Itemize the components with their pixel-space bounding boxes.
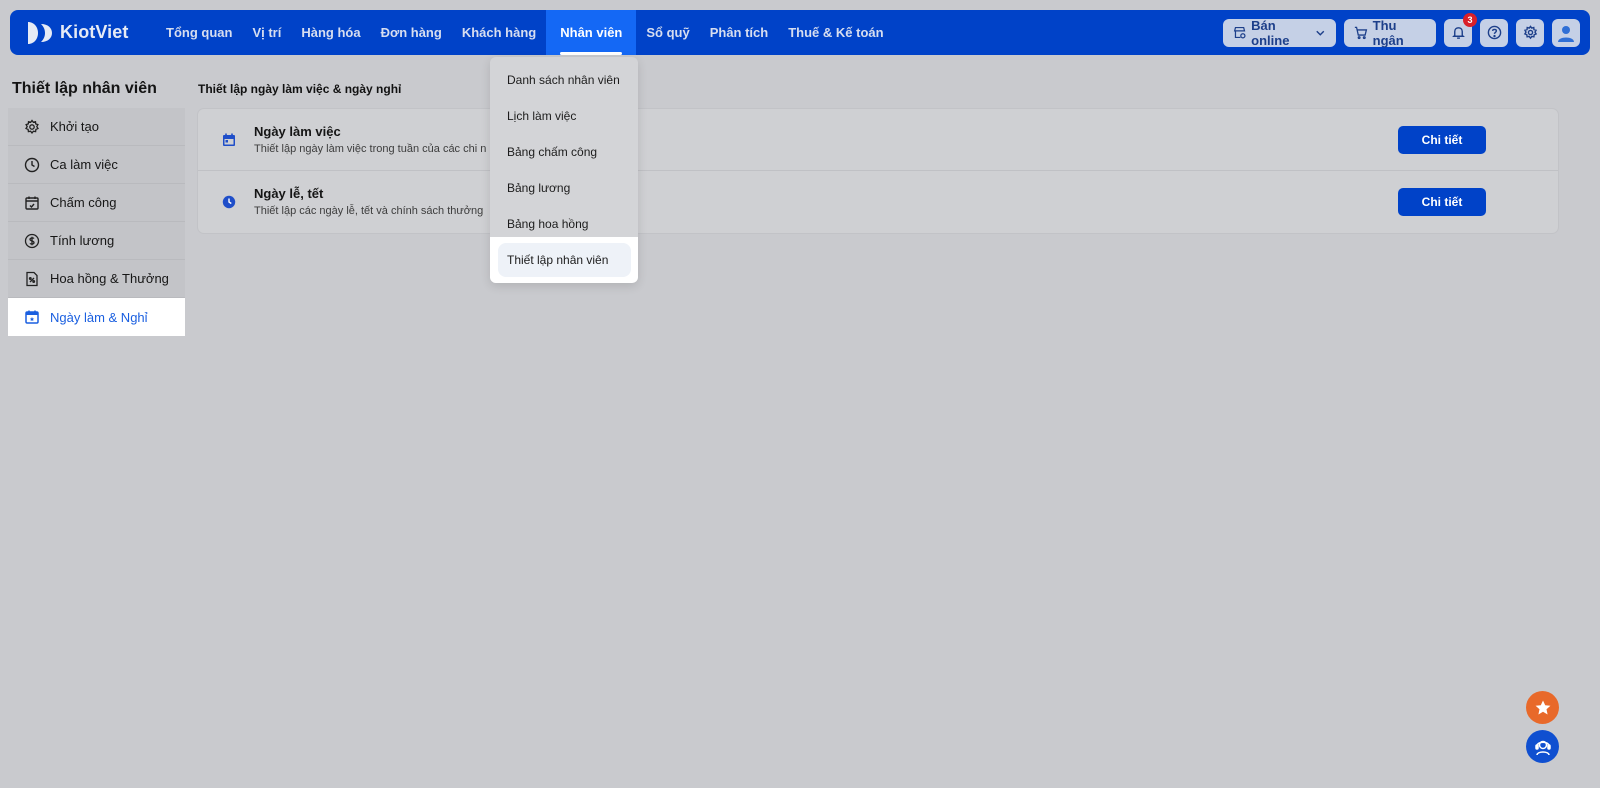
clock-icon xyxy=(222,195,236,208)
calendar-check-icon xyxy=(25,196,39,210)
sidebar-item-label: Tính lương xyxy=(50,233,115,248)
section-title: Thiết lập ngày làm việc & ngày nghỉ xyxy=(198,82,402,96)
setting-row-title: Ngày làm việc xyxy=(254,124,341,139)
user-avatar-button[interactable] xyxy=(1552,18,1580,47)
online-sales-button[interactable]: Bán online xyxy=(1223,17,1336,48)
help-button[interactable] xyxy=(1480,18,1508,47)
favorite-fab-button[interactable] xyxy=(1526,691,1559,724)
notification-badge: 3 xyxy=(1463,12,1477,27)
calendar-icon xyxy=(25,310,39,324)
nav-item-vi-tri[interactable]: Vị trí xyxy=(242,10,291,55)
help-icon xyxy=(1487,25,1501,40)
menu-item-lich-lam-viec[interactable]: Lịch làm việc xyxy=(490,98,638,134)
nav-item-khach-hang[interactable]: Khách hàng xyxy=(452,10,546,55)
setting-row-description: Thiết lập ngày làm việc trong tuần của c… xyxy=(254,143,487,155)
setting-row-ngay-lam-viec: Ngày làm việc Thiết lập ngày làm việc tr… xyxy=(198,109,1558,170)
sidebar-item-label: Chấm công xyxy=(50,195,117,210)
menu-item-bang-luong[interactable]: Bảng lương xyxy=(490,170,638,206)
menu-item-bang-cham-cong[interactable]: Bảng chấm công xyxy=(490,134,638,170)
main-nav: Tổng quan Vị trí Hàng hóa Đơn hàng Khách… xyxy=(156,10,894,55)
cart-icon xyxy=(1354,26,1368,40)
online-sales-label: Bán online xyxy=(1251,17,1290,48)
nav-item-so-quy[interactable]: Sổ quỹ xyxy=(636,10,699,55)
settings-card: Ngày làm việc Thiết lập ngày làm việc tr… xyxy=(198,109,1558,233)
gear-icon xyxy=(25,118,39,134)
sidebar-item-label: Khởi tạo xyxy=(50,119,99,134)
sidebar-item-hoa-hong-thuong[interactable]: Hoa hồng & Thưởng xyxy=(8,260,185,298)
chevron-down-icon xyxy=(1316,30,1325,36)
support-agent-icon xyxy=(1534,740,1551,755)
sidebar-item-ngay-lam-nghi[interactable]: Ngày làm & Nghỉ xyxy=(8,298,185,336)
nav-item-don-hang[interactable]: Đơn hàng xyxy=(371,10,452,55)
star-icon xyxy=(1535,700,1550,714)
support-fab-button[interactable] xyxy=(1526,730,1559,763)
setting-row-title: Ngày lễ, tết xyxy=(254,186,324,201)
cashier-label: Thu ngân xyxy=(1372,17,1404,48)
menu-item-danh-sach-nhan-vien[interactable]: Danh sách nhân viên xyxy=(490,62,638,98)
notification-button[interactable]: 3 xyxy=(1444,12,1477,47)
online-store-icon xyxy=(1233,26,1246,39)
kiotviet-logo[interactable]: KiotViet xyxy=(24,19,151,47)
sidebar-item-ca-lam-viec[interactable]: Ca làm việc xyxy=(8,146,185,184)
gear-icon xyxy=(1523,25,1537,40)
menu-item-thiet-lap-nhan-vien[interactable]: Thiết lập nhân viên xyxy=(498,243,631,277)
setting-row-text: Ngày lễ, tết Thiết lập các ngày lễ, tết … xyxy=(254,186,483,217)
dollar-icon xyxy=(24,233,40,248)
clock-icon xyxy=(24,157,40,172)
calendar-icon xyxy=(223,133,235,146)
bell-icon xyxy=(1451,27,1465,39)
detail-button-ngay-lam-viec[interactable]: Chi tiết xyxy=(1398,125,1486,154)
cashier-button[interactable]: Thu ngân xyxy=(1344,17,1436,48)
nav-item-nhan-vien[interactable]: Nhân viên xyxy=(546,10,637,55)
nav-item-phan-tich[interactable]: Phân tích xyxy=(700,10,779,55)
sidebar-item-label: Hoa hồng & Thưởng xyxy=(50,271,169,286)
sidebar-item-cham-cong[interactable]: Chấm công xyxy=(8,184,185,222)
detail-button-ngay-le-tet[interactable]: Chi tiết xyxy=(1398,187,1486,216)
kiotviet-logo-icon xyxy=(28,21,52,44)
sidebar-item-label: Ngày làm & Nghỉ xyxy=(50,309,148,325)
sidebar-title: Thiết lập nhân viên xyxy=(12,80,157,97)
user-avatar-icon xyxy=(1558,25,1574,42)
nav-item-hang-hoa[interactable]: Hàng hóa xyxy=(291,10,370,55)
sidebar-item-khoi-tao[interactable]: Khởi tạo xyxy=(8,108,185,146)
logo-text: KiotViet xyxy=(60,22,129,42)
setting-row-ngay-le-tet: Ngày lễ, tết Thiết lập các ngày lễ, tết … xyxy=(198,170,1558,232)
settings-button[interactable] xyxy=(1516,18,1544,47)
setting-row-description: Thiết lập các ngày lễ, tết và chính sách… xyxy=(254,205,484,217)
top-navbar: KiotViet Tổng quan Vị trí Hàng hóa Đơn h… xyxy=(10,10,1590,55)
header-actions: Bán online Thu ngân 3 xyxy=(1215,12,1580,48)
percent-doc-icon xyxy=(26,271,38,286)
setting-row-text: Ngày làm việc Thiết lập ngày làm việc tr… xyxy=(254,124,486,155)
staff-dropdown-menu: Danh sách nhân viên Lịch làm việc Bảng c… xyxy=(490,57,638,283)
sidebar-item-label: Ca làm việc xyxy=(50,157,118,172)
sidebar-item-tinh-luong[interactable]: Tính lương xyxy=(8,222,185,260)
nav-item-thue-ke-toan[interactable]: Thuế & Kế toán xyxy=(778,10,893,55)
nav-item-tong-quan[interactable]: Tổng quan xyxy=(156,10,242,55)
settings-sidebar: Khởi tạo Ca làm việc Chấm công Tính lươn… xyxy=(8,108,185,336)
